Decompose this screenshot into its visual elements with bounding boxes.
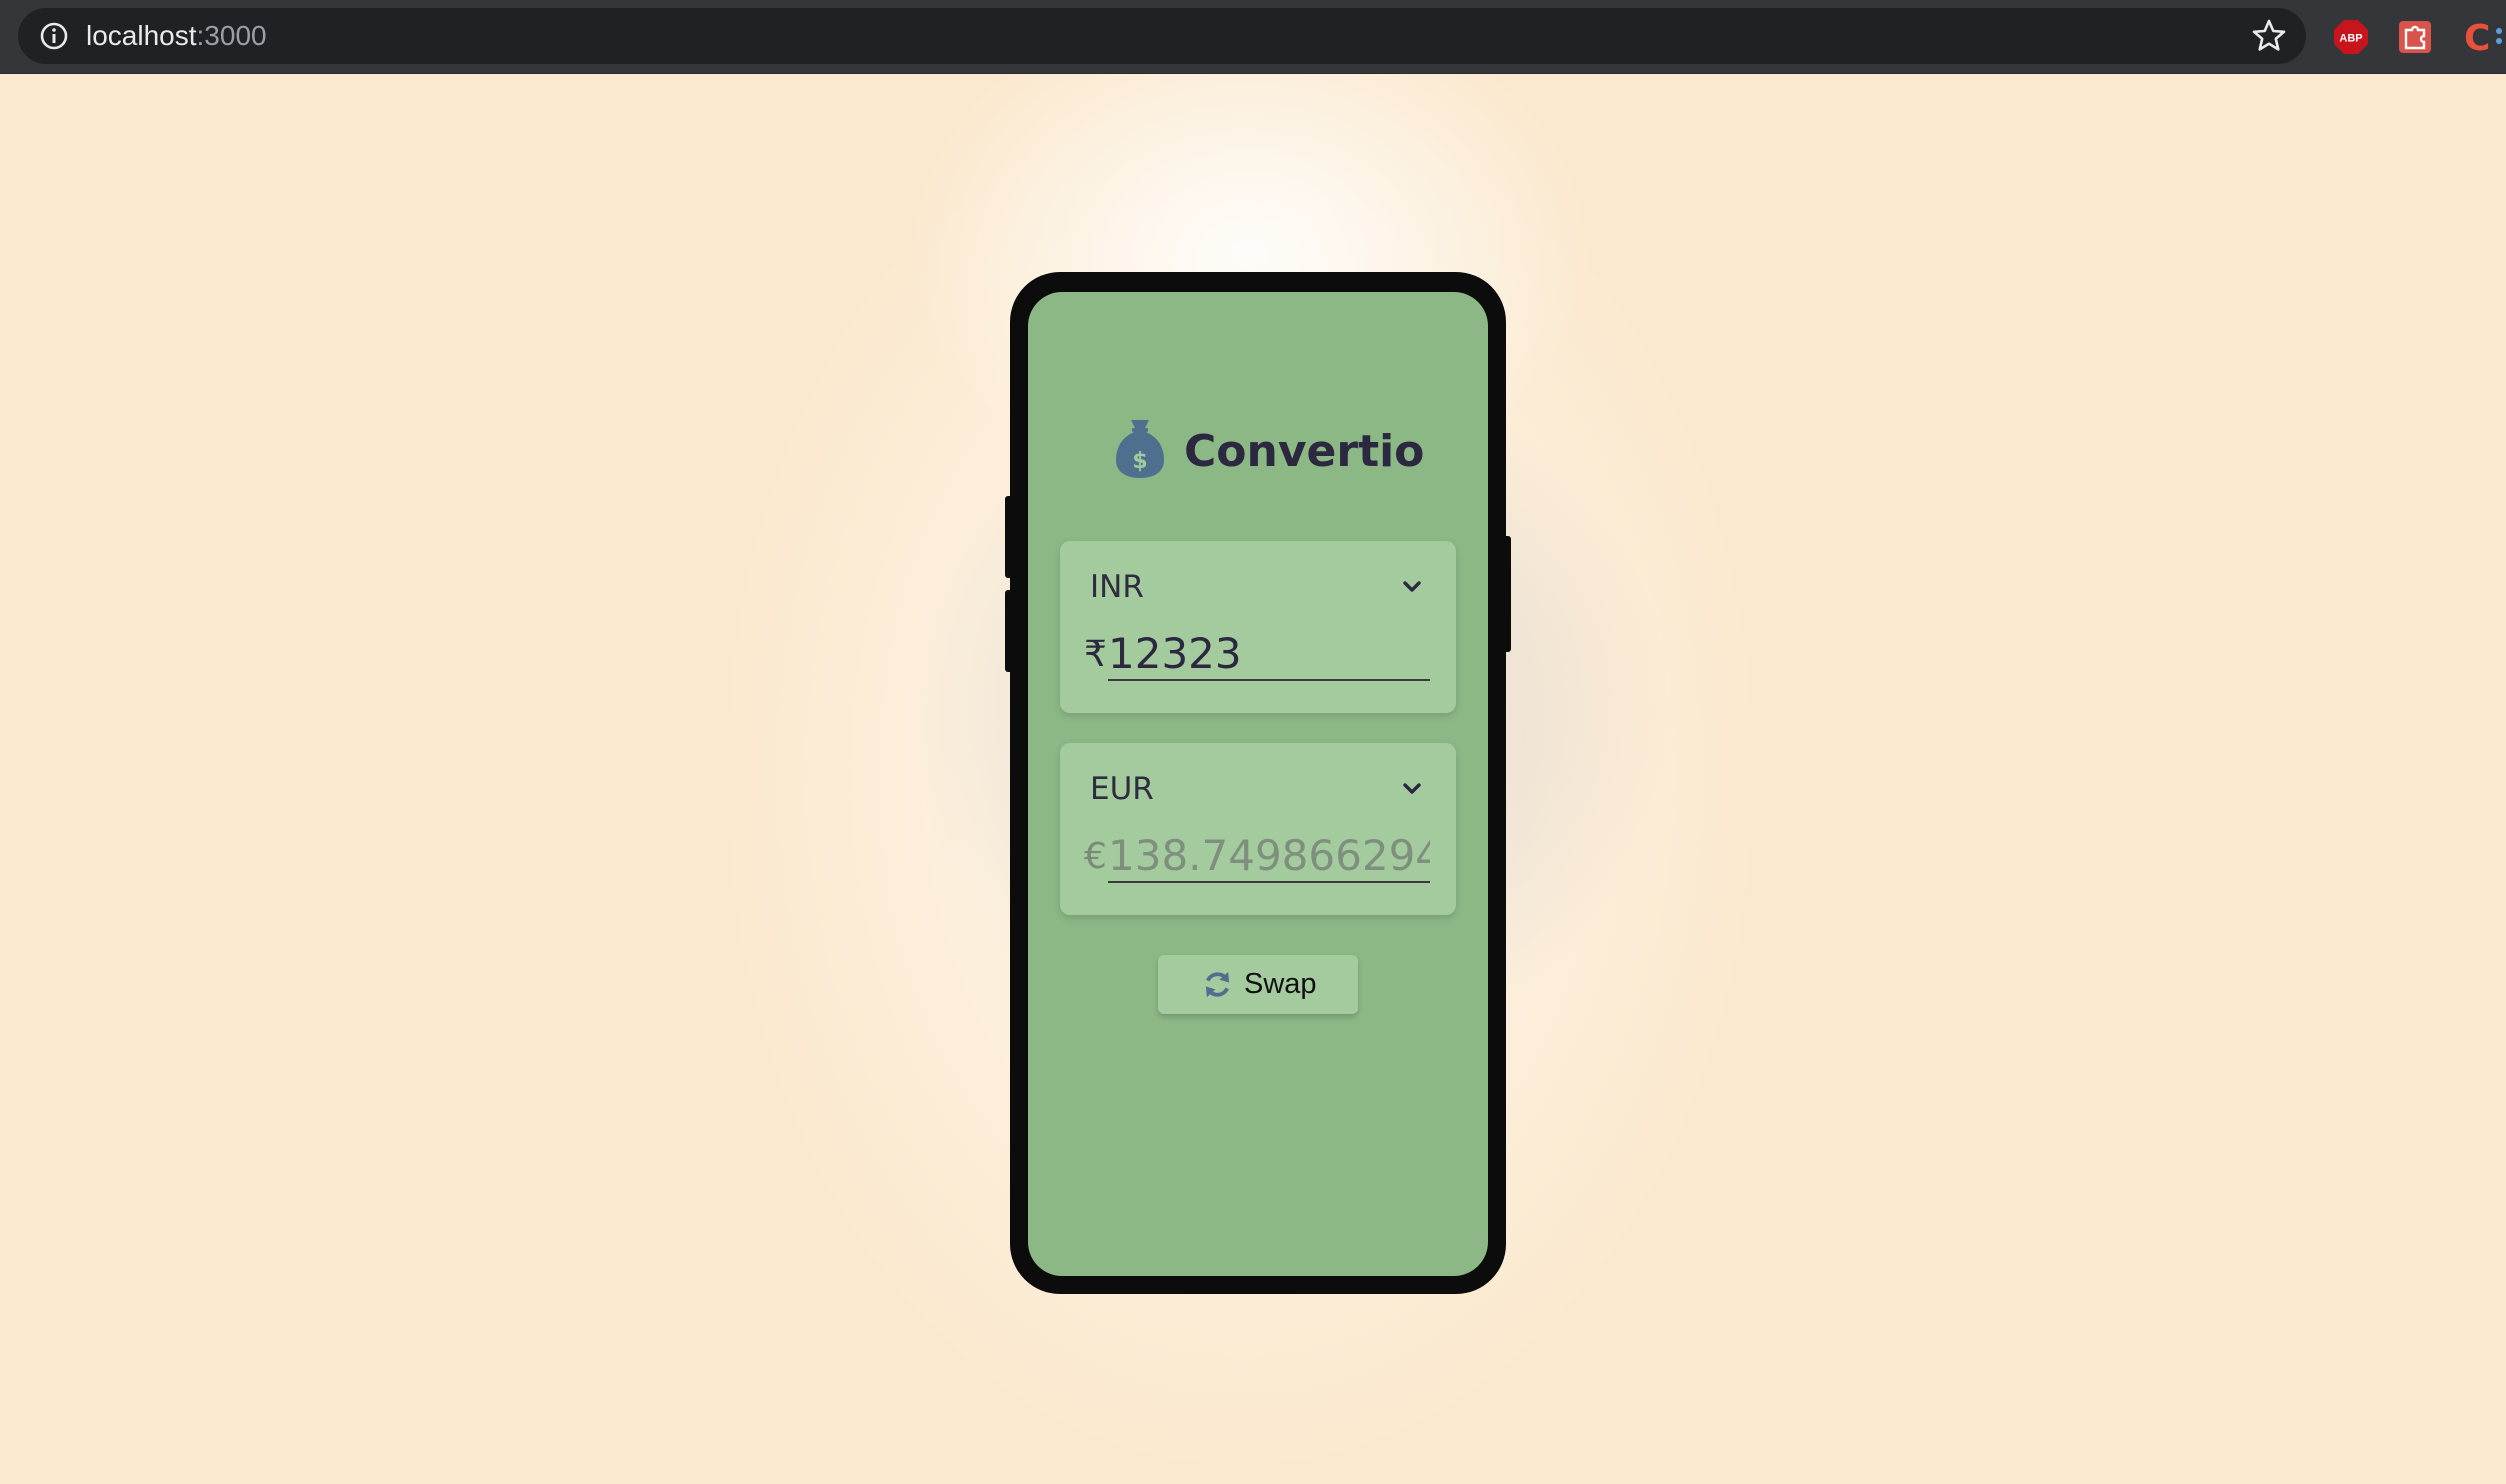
url-port: :3000 (196, 20, 267, 51)
address-bar[interactable] (18, 8, 2306, 64)
to-currency-label: EUR (1090, 771, 1154, 807)
rupee-symbol: ₹ (1084, 634, 1107, 675)
from-currency-label: INR (1090, 569, 1144, 605)
url-host: localhost (86, 20, 197, 51)
svg-text:C: C (2464, 18, 2490, 58)
from-amount-input[interactable] (1108, 627, 1430, 681)
from-currency-select[interactable]: INR (1090, 565, 1424, 609)
swap-arrows-icon (1205, 971, 1230, 998)
to-currency-card: EUR € (1060, 743, 1456, 915)
chevron-down-icon[interactable] (1400, 777, 1424, 801)
svg-text:$: $ (1132, 449, 1147, 474)
svg-text:ABP: ABP (2339, 33, 2362, 45)
extension-c-icon[interactable]: C (2462, 14, 2506, 58)
url-text[interactable]: localhost:3000 (86, 17, 267, 55)
swap-label: Swap (1244, 968, 1317, 1000)
info-icon[interactable] (38, 20, 70, 52)
to-currency-select[interactable]: EUR (1090, 767, 1424, 811)
to-amount-output[interactable] (1108, 829, 1430, 883)
euro-symbol: € (1084, 836, 1107, 877)
browser-toolbar: localhost:3000 ABP C (0, 0, 2506, 74)
chevron-down-icon[interactable] (1400, 575, 1424, 599)
swap-button[interactable]: Swap (1158, 955, 1358, 1014)
app-title: Convertio (1184, 426, 1425, 477)
adblock-plus-extension-icon[interactable]: ABP (2332, 18, 2370, 56)
from-currency-card: INR ₹ (1060, 541, 1456, 713)
bookmark-star-icon[interactable] (2250, 17, 2288, 55)
money-bag-icon: $ (1116, 420, 1164, 478)
extension-puzzle-icon[interactable] (2396, 18, 2434, 56)
